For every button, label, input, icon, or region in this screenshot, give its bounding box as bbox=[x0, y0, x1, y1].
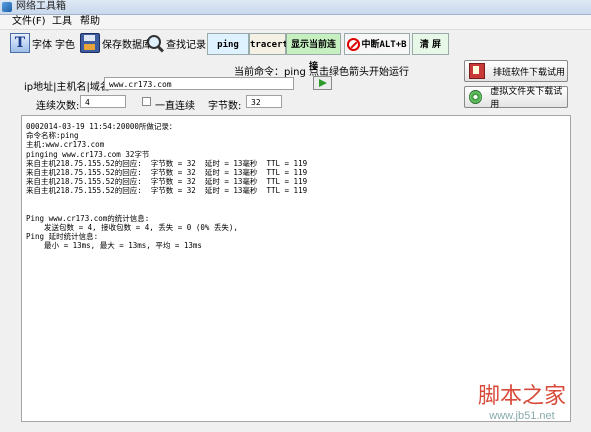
output-line: 来自主机218.75.155.52的回应: 字节数 = 32 延时 = 13毫秒… bbox=[26, 167, 308, 177]
title-bar: 网络工具箱 bbox=[0, 0, 591, 15]
green-arrow-icon bbox=[319, 79, 327, 87]
watermark: 脚本之家 www.jb51.net bbox=[462, 385, 582, 429]
magnifier-icon bbox=[146, 34, 164, 52]
font-color-button[interactable]: 字色 bbox=[55, 32, 75, 54]
download-virtual-folder-button[interactable]: 虚拟文件夹下载试用 bbox=[464, 86, 568, 110]
stop-label: 中断ALT+B bbox=[361, 40, 407, 50]
output-line: 主机:www.cr173.com bbox=[26, 140, 105, 150]
output-line: pinging www.cr173.com 32字节 bbox=[26, 149, 150, 159]
count-input[interactable]: 4 bbox=[80, 95, 126, 108]
search-records-label: 查找记录 bbox=[166, 39, 206, 51]
search-records-button[interactable]: 查找记录 bbox=[146, 32, 206, 54]
count-label: 连续次数: bbox=[36, 101, 80, 112]
font-button[interactable]: T 字体 bbox=[10, 32, 52, 54]
menu-bar: 文件(F) 工具 帮助 bbox=[0, 15, 591, 30]
save-database-button[interactable]: 保存数据库 bbox=[80, 32, 152, 54]
stop-icon bbox=[347, 38, 361, 51]
output-log[interactable]: 0002014-03-19 11:54:20000所做记录： 命令名称:ping 主… bbox=[21, 115, 571, 422]
download-sorted-label: 排班软件下载试用 bbox=[493, 67, 566, 78]
output-line: Ping www.cr173.com的统计信息: bbox=[26, 213, 150, 223]
watermark-sub: www.jb51.net bbox=[489, 410, 555, 422]
watermark-main: 脚本之家 bbox=[477, 384, 566, 409]
tracert-button[interactable]: tracert bbox=[249, 33, 288, 55]
window-title: 网络工具箱 bbox=[16, 1, 66, 12]
run-button[interactable] bbox=[313, 76, 332, 90]
menu-help[interactable]: 帮助 bbox=[80, 15, 100, 29]
host-input[interactable]: www.cr173.com bbox=[104, 77, 294, 90]
menu-tools[interactable]: 工具 bbox=[52, 15, 72, 29]
output-line: 发送包数 = 4, 接收包数 = 4, 丢失 = 0 (0% 丢失), bbox=[26, 223, 238, 233]
font-label: 字体 bbox=[32, 39, 52, 51]
continuous-checkbox[interactable] bbox=[142, 97, 151, 106]
toolbar: T 字体 字色 保存数据库 查找记录 ping tracert 显示当前连接 中… bbox=[0, 30, 591, 72]
font-color-label: 字色 bbox=[55, 39, 75, 51]
bytes-input[interactable]: 32 bbox=[246, 95, 282, 108]
output-line: 来自主机218.75.155.52的回应: 字节数 = 32 延时 = 13毫秒… bbox=[26, 186, 308, 196]
host-label: ip地址|主机名|域名: bbox=[24, 82, 114, 93]
media-icon bbox=[469, 63, 485, 79]
virtual-folder-label: 虚拟文件夹下载试用 bbox=[490, 87, 563, 110]
bytes-label: 字节数: bbox=[208, 101, 242, 112]
show-connections-button[interactable]: 显示当前连接 bbox=[286, 33, 341, 72]
output-line: 命令名称:ping bbox=[26, 131, 79, 141]
font-icon: T bbox=[10, 33, 30, 53]
output-line: 最小 = 13ms, 最大 = 13ms, 平均 = 13ms bbox=[26, 241, 202, 251]
stop-button[interactable]: 中断ALT+B bbox=[344, 33, 410, 55]
disc-icon bbox=[469, 90, 483, 104]
output-line: 0002014-03-19 11:54:20000所做记录： bbox=[26, 122, 177, 131]
ping-button[interactable]: ping bbox=[207, 33, 249, 55]
download-sorted-software-button[interactable]: 排班软件下载试用 bbox=[464, 60, 568, 82]
output-line: 来自主机218.75.155.52的回应: 字节数 = 32 延时 = 13毫秒… bbox=[26, 158, 308, 168]
clear-screen-button[interactable]: 清 屏 bbox=[412, 33, 449, 55]
output-line: 来自主机218.75.155.52的回应: 字节数 = 32 延时 = 13毫秒… bbox=[26, 177, 308, 187]
floppy-disk-icon bbox=[80, 33, 100, 53]
continuous-label: 一直连续 bbox=[155, 101, 195, 112]
save-database-label: 保存数据库 bbox=[102, 39, 152, 51]
app-icon bbox=[2, 2, 12, 12]
menu-file[interactable]: 文件(F) bbox=[12, 15, 46, 29]
